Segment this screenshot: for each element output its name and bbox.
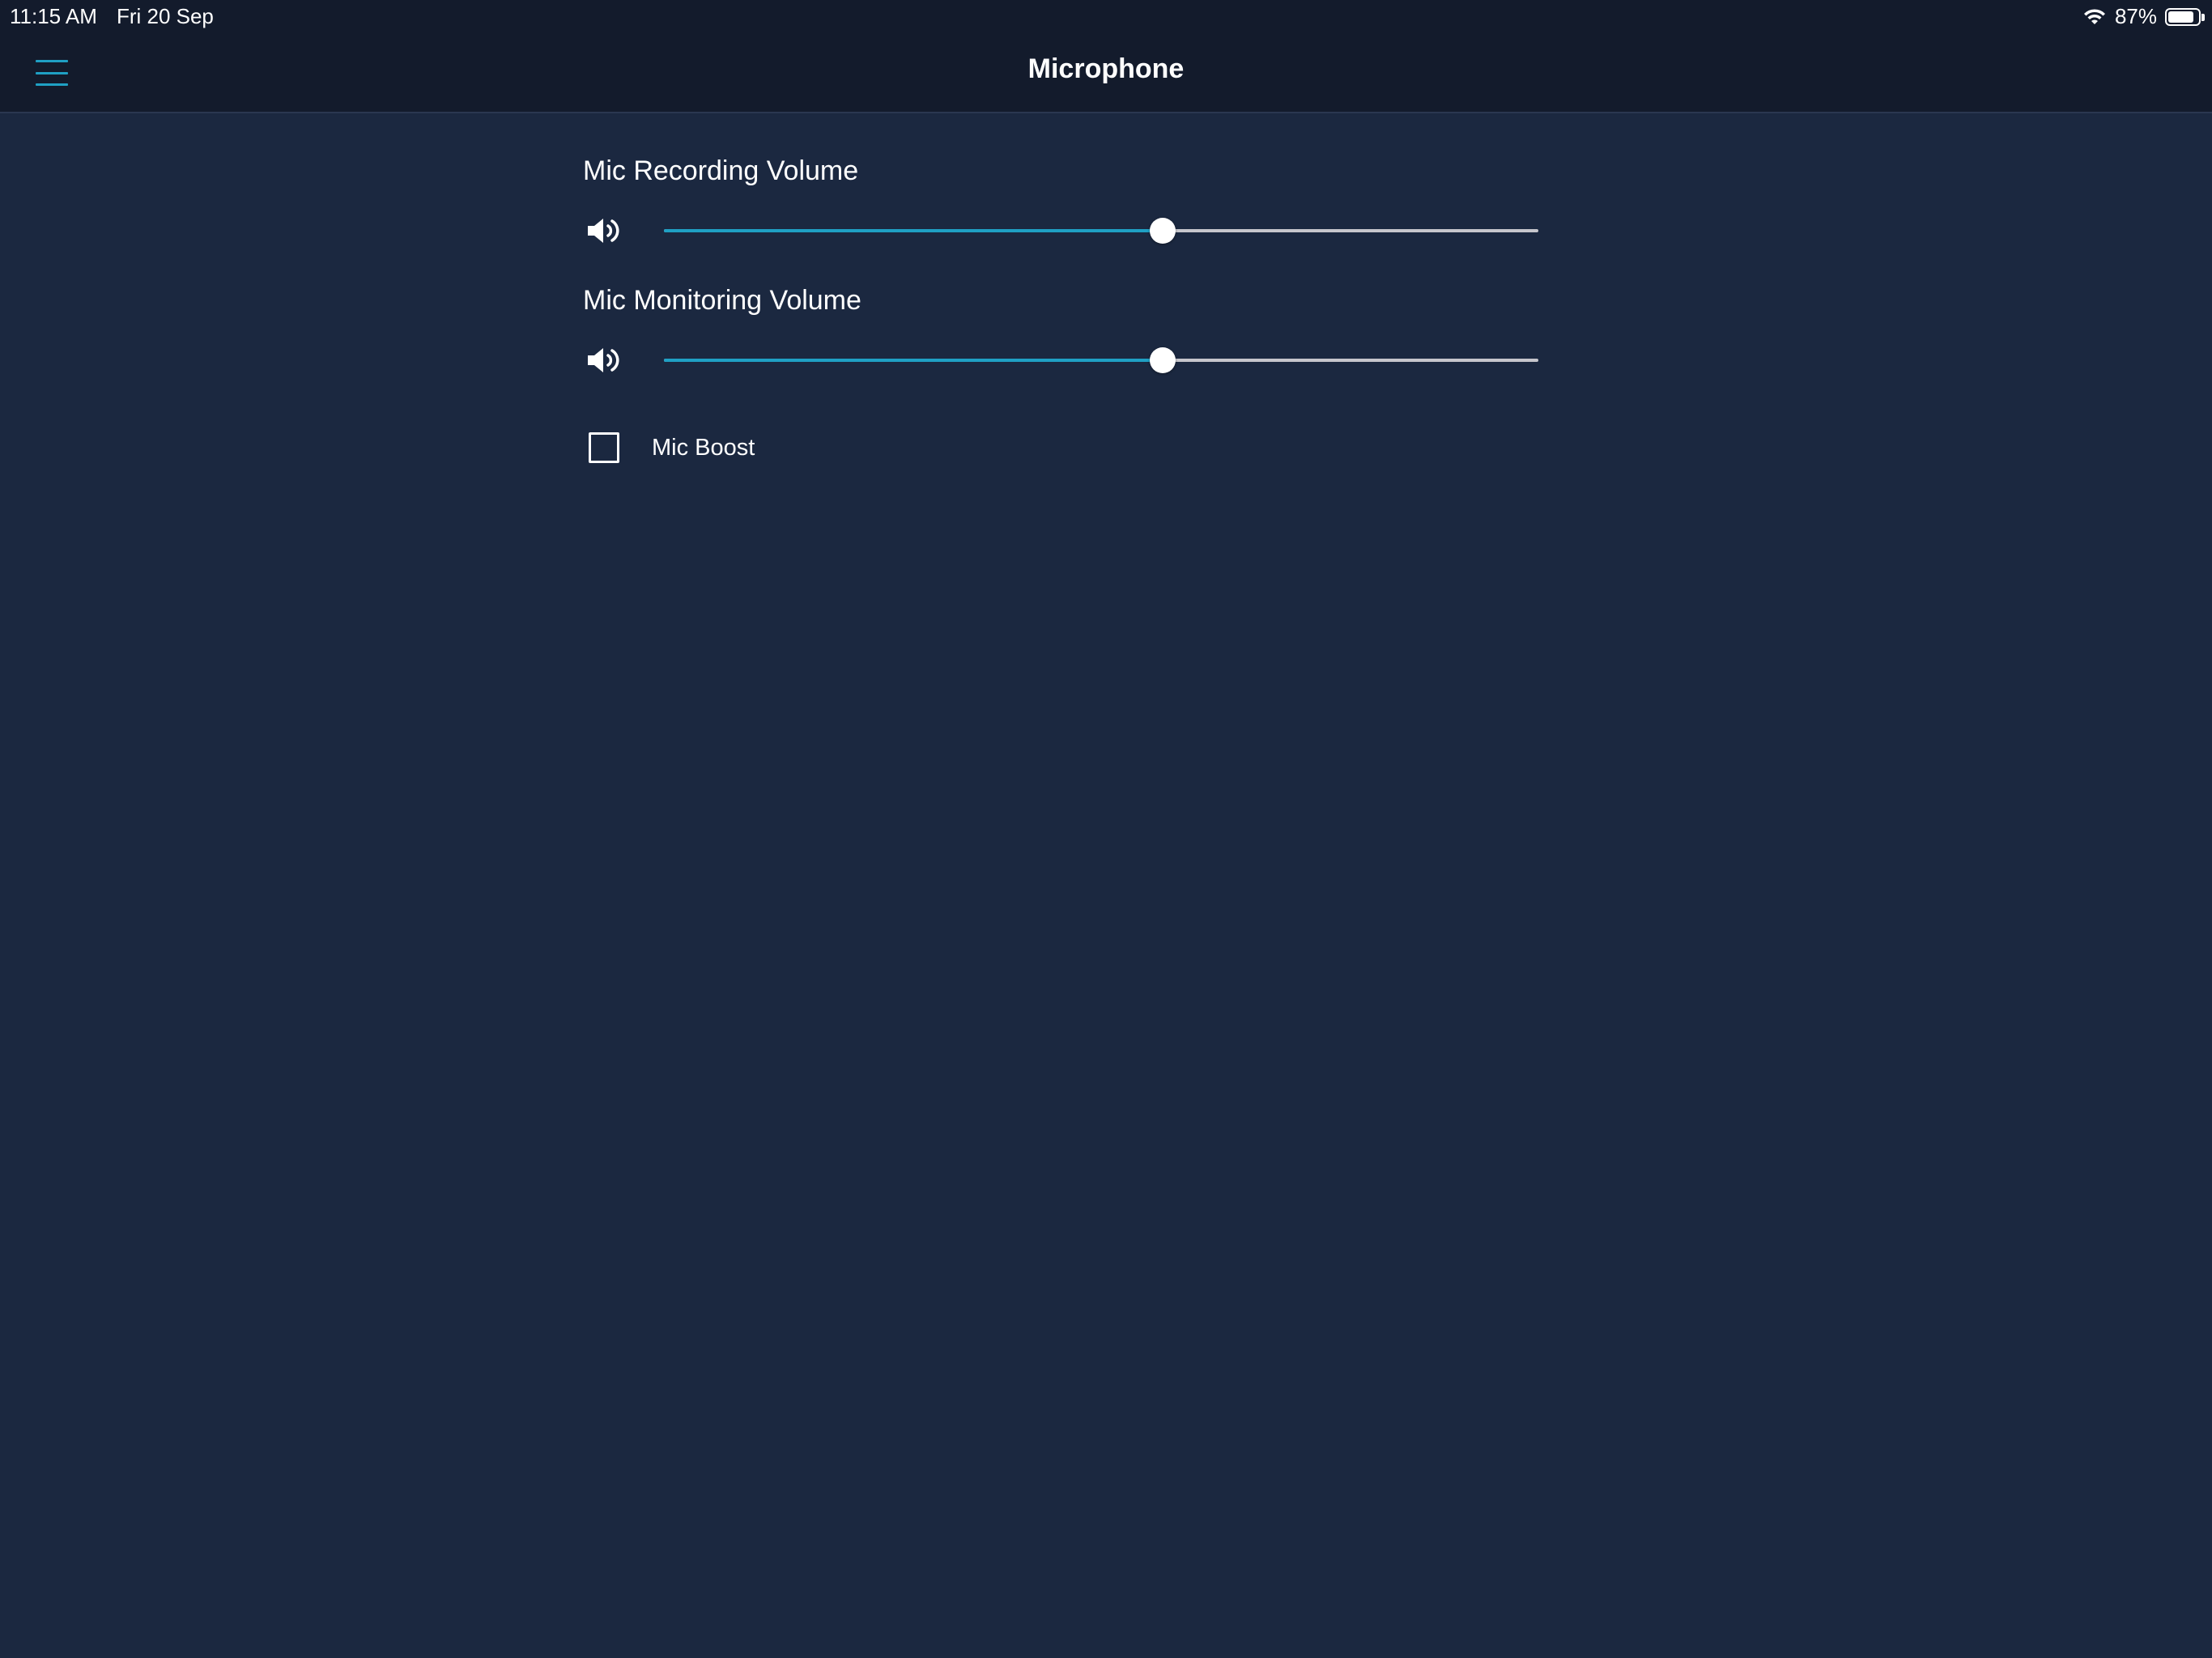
battery-tip bbox=[2201, 13, 2205, 21]
status-bar: 11:15 AM Fri 20 Sep 87% bbox=[0, 0, 2212, 32]
mic-monitoring-volume-label: Mic Monitoring Volume bbox=[583, 285, 861, 316]
mic-monitoring-volume-row bbox=[583, 340, 1538, 380]
speaker-icon bbox=[588, 348, 619, 372]
slider-fill bbox=[664, 229, 1163, 232]
status-time: 11:15 AM bbox=[10, 4, 97, 28]
wifi-icon bbox=[2083, 8, 2105, 24]
battery-percent: 87% bbox=[2114, 4, 2157, 28]
mic-boost-row[interactable]: Mic Boost bbox=[583, 432, 755, 463]
nav-bar: Microphone bbox=[0, 32, 2212, 113]
slider-thumb[interactable] bbox=[1149, 347, 1176, 373]
mic-recording-volume-slider[interactable] bbox=[664, 218, 1538, 244]
mic-boost-checkbox[interactable] bbox=[589, 432, 619, 463]
battery-icon bbox=[2165, 7, 2205, 26]
mic-recording-volume-row bbox=[583, 210, 1538, 251]
status-left: 11:15 AM Fri 20 Sep bbox=[10, 4, 214, 29]
mic-boost-label: Mic Boost bbox=[652, 434, 755, 461]
mic-monitoring-volume-slider[interactable] bbox=[664, 347, 1538, 373]
mic-recording-volume-label: Mic Recording Volume bbox=[583, 155, 859, 186]
status-date: Fri 20 Sep bbox=[116, 4, 214, 28]
page-title: Microphone bbox=[1027, 53, 1185, 84]
battery-level-fill bbox=[2168, 11, 2194, 23]
slider-thumb[interactable] bbox=[1149, 218, 1176, 244]
speaker-icon bbox=[588, 219, 619, 243]
slider-fill bbox=[664, 359, 1163, 362]
status-right: 87% bbox=[2082, 4, 2205, 29]
